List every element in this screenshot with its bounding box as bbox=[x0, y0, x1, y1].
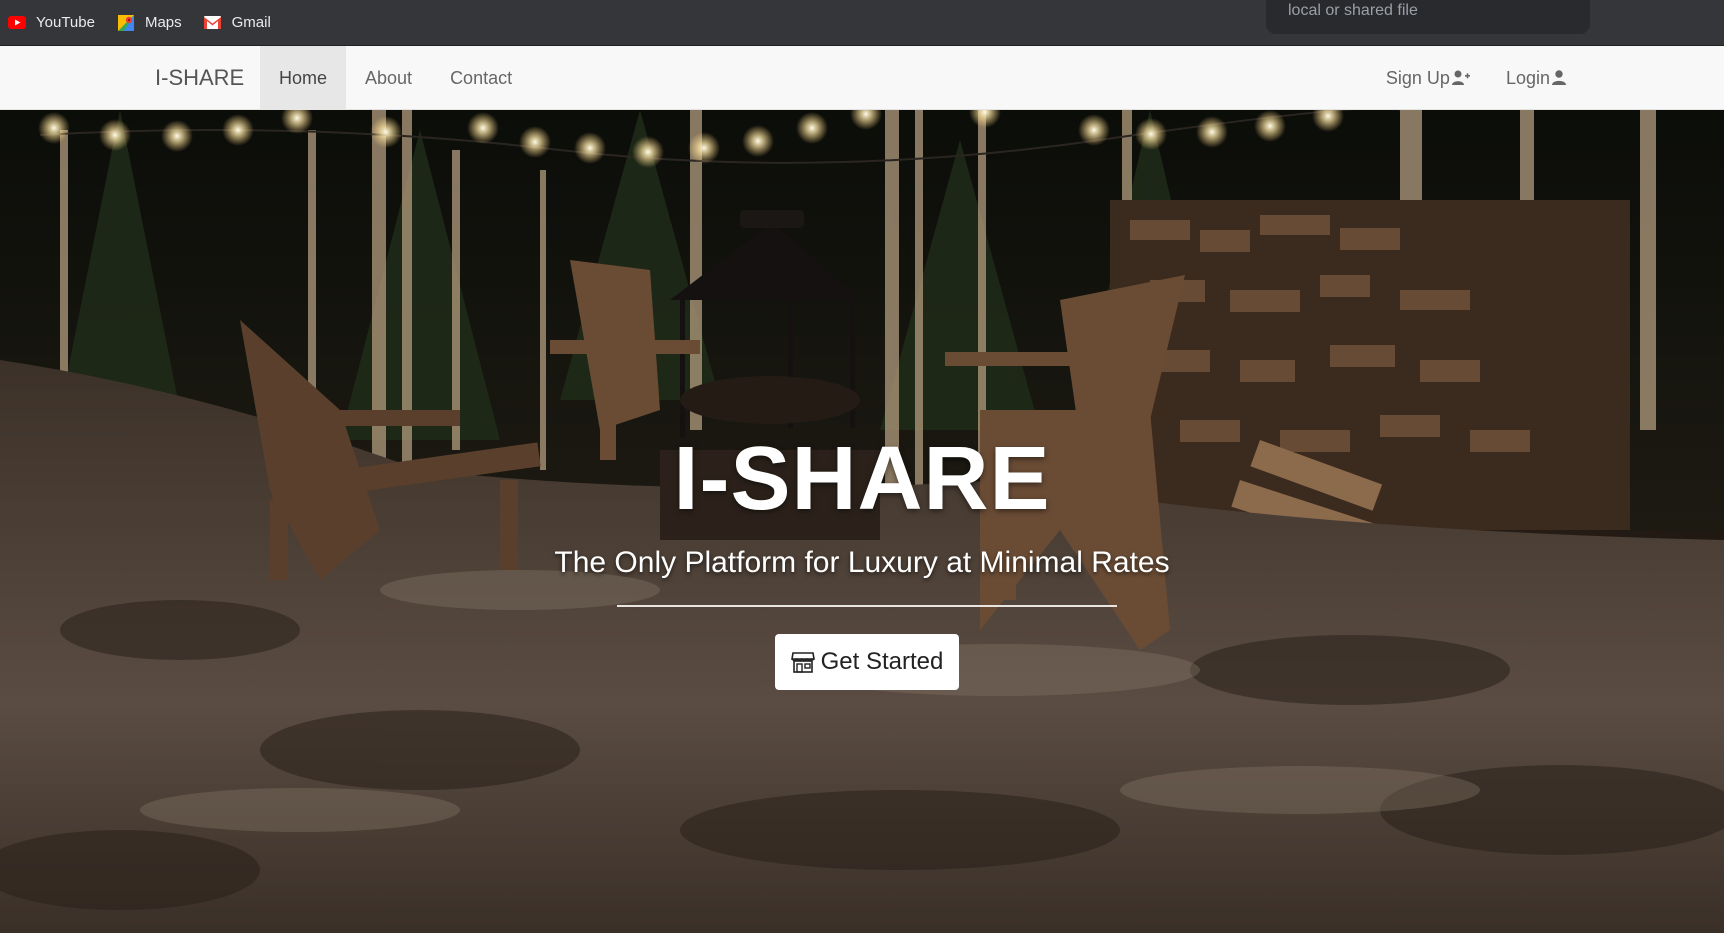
nav-home[interactable]: Home bbox=[260, 46, 347, 110]
login-label: Login bbox=[1505, 67, 1550, 88]
hero-subtitle: The Only Platform for Luxury at Minimal … bbox=[554, 546, 1170, 579]
bookmark-youtube[interactable]: YouTube bbox=[8, 14, 95, 32]
youtube-icon bbox=[8, 14, 26, 32]
login-link[interactable]: Login bbox=[1488, 46, 1584, 110]
store-icon bbox=[790, 652, 815, 673]
signup-link[interactable]: Sign Up bbox=[1368, 46, 1488, 110]
hero-divider bbox=[617, 605, 1117, 607]
bookmark-maps[interactable]: Maps bbox=[117, 14, 182, 32]
user-icon bbox=[1552, 70, 1566, 85]
nav-links: Home About Contact bbox=[260, 46, 531, 110]
nav-account: Sign Up Login bbox=[1368, 46, 1584, 110]
bookmark-label: Gmail bbox=[231, 14, 271, 31]
get-started-label: Get Started bbox=[820, 648, 944, 675]
site-navbar: I-SHARE Home About Contact Sign Up Login bbox=[0, 46, 1724, 110]
nav-contact[interactable]: Contact bbox=[431, 46, 531, 110]
bookmark-label: YouTube bbox=[36, 14, 95, 31]
nav-about[interactable]: About bbox=[346, 46, 431, 110]
bookmark-gmail[interactable]: Gmail bbox=[204, 14, 271, 32]
user-plus-icon bbox=[1451, 70, 1470, 85]
gmail-icon bbox=[204, 14, 222, 32]
tooltip-text: local or shared file bbox=[1288, 2, 1418, 19]
get-started-button[interactable]: Get Started bbox=[775, 634, 959, 690]
signup-label: Sign Up bbox=[1385, 67, 1450, 88]
bookmark-label: Maps bbox=[144, 14, 182, 31]
hero-section: I-SHARE The Only Platform for Luxury at … bbox=[0, 110, 1724, 933]
hero-title: I-SHARE bbox=[673, 429, 1051, 529]
brand-logo[interactable]: I-SHARE bbox=[155, 46, 244, 110]
maps-icon bbox=[117, 14, 135, 32]
address-suggestion-tooltip: local or shared file bbox=[1266, 0, 1590, 34]
